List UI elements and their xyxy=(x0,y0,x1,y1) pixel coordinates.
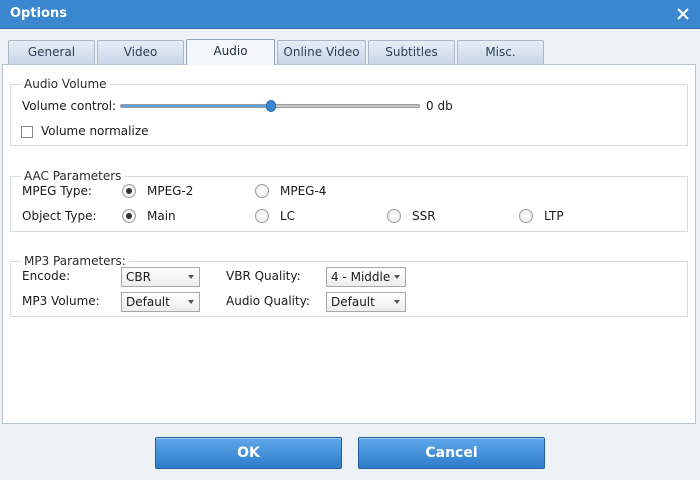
object-main-label: Main xyxy=(147,209,176,223)
audio-volume-title: Audio Volume xyxy=(21,77,110,91)
tab-online-video[interactable]: Online Video xyxy=(277,40,366,64)
encode-select[interactable]: CBR xyxy=(121,267,200,287)
chevron-down-icon xyxy=(394,275,400,279)
chevron-down-icon xyxy=(188,275,194,279)
tab-subtitles[interactable]: Subtitles xyxy=(368,40,455,64)
object-type-label: Object Type: xyxy=(22,209,97,223)
vbr-quality-label: VBR Quality: xyxy=(226,269,301,283)
tab-general[interactable]: General xyxy=(8,40,95,64)
tab-misc[interactable]: Misc. xyxy=(457,40,544,64)
volume-normalize-label: Volume normalize xyxy=(41,124,149,138)
mpeg2-radio[interactable] xyxy=(122,184,136,198)
audio-quality-select[interactable]: Default xyxy=(326,292,406,312)
aac-parameters-title: AAC Parameters xyxy=(21,169,125,183)
chevron-down-icon xyxy=(394,300,400,304)
mpeg4-label: MPEG-4 xyxy=(280,184,327,198)
vbr-quality-select-value: 4 - Middle xyxy=(331,270,391,284)
audio-quality-label: Audio Quality: xyxy=(226,294,310,308)
volume-normalize-checkbox[interactable] xyxy=(21,126,33,138)
cancel-button[interactable]: Cancel xyxy=(358,437,545,469)
mpeg2-label: MPEG-2 xyxy=(147,184,194,198)
mp3-volume-label: MP3 Volume: xyxy=(22,294,100,308)
object-ltp-radio[interactable] xyxy=(519,209,533,223)
object-lc-label: LC xyxy=(280,209,296,223)
mp3-volume-select[interactable]: Default xyxy=(121,292,200,312)
audio-quality-select-value: Default xyxy=(331,295,375,309)
volume-slider[interactable] xyxy=(120,100,420,112)
object-ltp-label: LTP xyxy=(544,209,564,223)
encode-select-value: CBR xyxy=(126,270,151,284)
tab-audio[interactable]: Audio xyxy=(186,39,275,65)
encode-label: Encode: xyxy=(22,269,71,283)
object-ssr-radio[interactable] xyxy=(387,209,401,223)
title-bar: Options xyxy=(0,0,700,29)
chevron-down-icon xyxy=(188,300,194,304)
dialog-footer: OK Cancel xyxy=(0,424,700,480)
volume-control-label: Volume control: xyxy=(22,99,117,113)
volume-slider-fill xyxy=(121,105,271,107)
vbr-quality-select[interactable]: 4 - Middle xyxy=(326,267,406,287)
aac-parameters-group: AAC Parameters xyxy=(10,169,688,232)
mp3-parameters-title: MP3 Parameters: xyxy=(21,254,129,268)
mpeg-type-label: MPEG Type: xyxy=(22,184,92,198)
object-main-radio[interactable] xyxy=(122,209,136,223)
object-lc-radio[interactable] xyxy=(255,209,269,223)
object-ssr-label: SSR xyxy=(412,209,436,223)
tab-video[interactable]: Video xyxy=(97,40,184,64)
close-icon[interactable] xyxy=(672,3,694,25)
volume-slider-thumb[interactable] xyxy=(266,100,276,112)
mpeg4-radio[interactable] xyxy=(255,184,269,198)
volume-value: 0 db xyxy=(426,99,453,113)
mp3-volume-select-value: Default xyxy=(126,295,170,309)
window-title: Options xyxy=(10,6,67,21)
ok-button[interactable]: OK xyxy=(155,437,342,469)
